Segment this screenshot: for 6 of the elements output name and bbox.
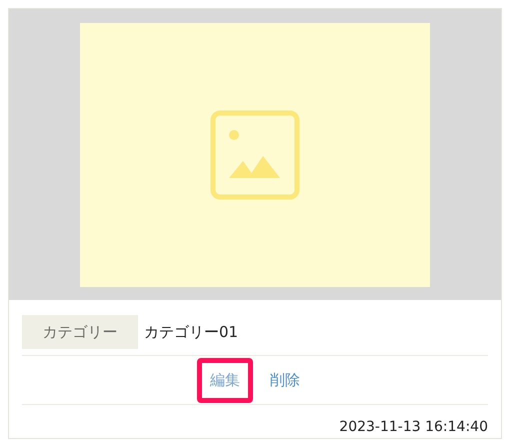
image-icon	[210, 110, 300, 200]
action-link[interactable]: 削除	[257, 358, 313, 402]
category-value: カテゴリー01	[144, 322, 238, 342]
category-label: カテゴリー	[22, 315, 138, 349]
action-link[interactable]: 編集	[197, 358, 253, 402]
timestamp: 2023-11-13 16:14:40	[338, 418, 488, 437]
